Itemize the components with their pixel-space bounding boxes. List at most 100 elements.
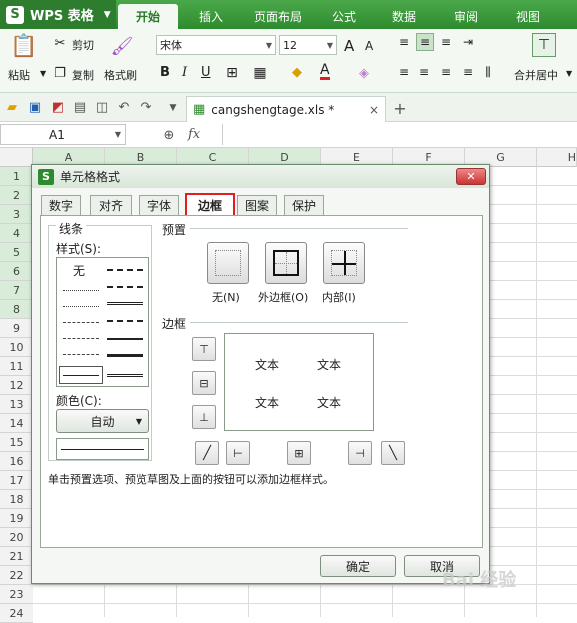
name-box[interactable]: A1 ▼ xyxy=(0,124,126,145)
open-folder-icon[interactable]: ▰ xyxy=(4,99,20,115)
ok-button[interactable]: 确定 xyxy=(320,555,396,577)
row-header[interactable]: 1 xyxy=(0,167,33,186)
cut-button[interactable]: 剪切 xyxy=(72,37,94,53)
line-style-option[interactable] xyxy=(107,286,143,288)
pdf-icon[interactable]: ◩ xyxy=(50,99,66,115)
tab-border[interactable]: 边框 xyxy=(185,193,235,215)
line-style-option[interactable] xyxy=(107,302,143,305)
new-tab-icon[interactable]: + xyxy=(392,99,408,118)
tab-patterns[interactable]: 图案 xyxy=(237,195,277,215)
fill-color-icon[interactable]: ◆ xyxy=(288,63,306,81)
tab-alignment[interactable]: 对齐 xyxy=(90,195,132,215)
font-size-select[interactable]: 12 ▼ xyxy=(279,35,337,55)
border-diagonal-up-button[interactable]: ╱ xyxy=(195,441,219,465)
row-header[interactable]: 23 xyxy=(0,585,33,604)
border-inner-horizontal-button[interactable]: ⊟ xyxy=(192,371,216,395)
align-right-icon[interactable]: ≡ xyxy=(438,65,454,79)
print-preview-icon[interactable]: ◫ xyxy=(94,99,110,115)
borders-icon[interactable]: ⊞ xyxy=(224,65,240,81)
row-header[interactable]: 12 xyxy=(0,376,33,395)
border-diagonal-down-button[interactable]: ╲ xyxy=(381,441,405,465)
preset-inside-button[interactable] xyxy=(323,242,365,284)
copy-button[interactable]: 复制 xyxy=(72,67,94,83)
align-left-icon[interactable]: ≡ xyxy=(396,65,412,79)
format-painter-button[interactable]: 格式刷 xyxy=(104,67,137,83)
fx-button[interactable]: fx xyxy=(188,127,200,142)
row-header[interactable]: 4 xyxy=(0,224,33,243)
paste-button[interactable]: 粘贴 xyxy=(8,67,30,83)
tab-home[interactable]: 开始 xyxy=(118,4,178,29)
row-header[interactable]: 2 xyxy=(0,186,33,205)
border-inner-vertical-button[interactable]: ⊞ xyxy=(287,441,311,465)
clear-icon[interactable]: ◈ xyxy=(356,65,372,81)
tab-protection[interactable]: 保护 xyxy=(284,195,324,215)
row-header[interactable]: 9 xyxy=(0,319,33,338)
row-header[interactable]: 11 xyxy=(0,357,33,376)
row-header[interactable]: 22 xyxy=(0,566,33,585)
row-header[interactable]: 14 xyxy=(0,414,33,433)
font-grow-button[interactable]: A xyxy=(344,37,354,55)
line-style-option[interactable] xyxy=(63,290,99,291)
row-header[interactable]: 6 xyxy=(0,262,33,281)
tab-review[interactable]: 审阅 xyxy=(444,4,488,29)
font-name-select[interactable]: 宋体 ▼ xyxy=(156,35,276,55)
align-middle-icon[interactable]: ≡ xyxy=(416,33,434,51)
tab-page-layout[interactable]: 页面布局 xyxy=(246,4,310,29)
bold-button[interactable]: B xyxy=(160,65,170,80)
border-preview[interactable]: 文本 文本 文本 文本 xyxy=(224,333,374,431)
row-header[interactable]: 17 xyxy=(0,471,33,490)
row-header[interactable]: 20 xyxy=(0,528,33,547)
line-style-none[interactable]: 无 xyxy=(73,262,85,279)
row-header[interactable]: 10 xyxy=(0,338,33,357)
line-style-selected[interactable] xyxy=(59,366,103,384)
tab-insert[interactable]: 插入 xyxy=(186,4,236,29)
row-header[interactable]: 15 xyxy=(0,433,33,452)
row-header[interactable]: 3 xyxy=(0,205,33,224)
row-header[interactable]: 24 xyxy=(0,604,33,623)
line-style-option[interactable] xyxy=(63,306,99,307)
chevron-down-icon[interactable]: ▼ xyxy=(40,69,46,78)
font-color-button[interactable]: A xyxy=(320,63,330,80)
indent-icon[interactable]: ⇥ xyxy=(460,35,476,49)
border-top-button[interactable]: ⊤ xyxy=(192,337,216,361)
row-header[interactable]: 21 xyxy=(0,547,33,566)
color-dropdown[interactable]: 自动 ▼ xyxy=(56,409,149,433)
row-header[interactable]: 5 xyxy=(0,243,33,262)
line-style-option[interactable] xyxy=(107,338,143,340)
file-tab[interactable]: ▦ cangshengtage.xls * × xyxy=(186,96,386,122)
row-header[interactable]: 8 xyxy=(0,300,33,319)
undo-icon[interactable]: ↶ xyxy=(116,99,132,115)
line-style-option[interactable] xyxy=(107,269,143,271)
line-style-option[interactable] xyxy=(63,338,99,339)
line-style-list[interactable]: 无 xyxy=(56,257,149,387)
column-header[interactable]: H xyxy=(537,148,577,167)
underline-button[interactable]: U xyxy=(201,65,211,80)
row-header[interactable]: 18 xyxy=(0,490,33,509)
distributed-icon[interactable]: ⫼ xyxy=(480,65,496,79)
cell-style-icon[interactable]: ▦ xyxy=(252,65,268,81)
line-style-option[interactable] xyxy=(107,354,143,357)
tab-number[interactable]: 数字 xyxy=(41,195,81,215)
border-right-button[interactable]: ⊣ xyxy=(348,441,372,465)
save-icon[interactable]: ▣ xyxy=(27,99,43,115)
preset-outline-button[interactable] xyxy=(265,242,307,284)
font-shrink-button[interactable]: A xyxy=(365,39,373,53)
row-header[interactable]: 19 xyxy=(0,509,33,528)
redo-icon[interactable]: ↷ xyxy=(138,99,154,115)
preset-none-button[interactable] xyxy=(207,242,249,284)
align-bottom-icon[interactable]: ≡ xyxy=(438,35,454,49)
app-menu-button[interactable]: S WPS 表格 ▼ xyxy=(0,0,116,29)
line-style-option[interactable] xyxy=(107,320,143,322)
dialog-close-button[interactable]: ✕ xyxy=(456,168,486,185)
line-style-option[interactable] xyxy=(63,354,99,355)
paste-icon[interactable]: 📋 xyxy=(10,33,38,59)
dialog-title-bar[interactable]: S 单元格格式 xyxy=(32,165,489,188)
align-center-icon[interactable]: ≡ xyxy=(416,65,432,79)
chevron-down-icon[interactable]: ▼ xyxy=(566,69,572,78)
justify-icon[interactable]: ≡ xyxy=(460,65,476,79)
tab-font[interactable]: 字体 xyxy=(139,195,179,215)
italic-button[interactable]: I xyxy=(182,65,187,80)
tab-formulas[interactable]: 公式 xyxy=(322,4,366,29)
align-top-icon[interactable]: ≡ xyxy=(396,35,412,49)
border-bottom-button[interactable]: ⊥ xyxy=(192,405,216,429)
